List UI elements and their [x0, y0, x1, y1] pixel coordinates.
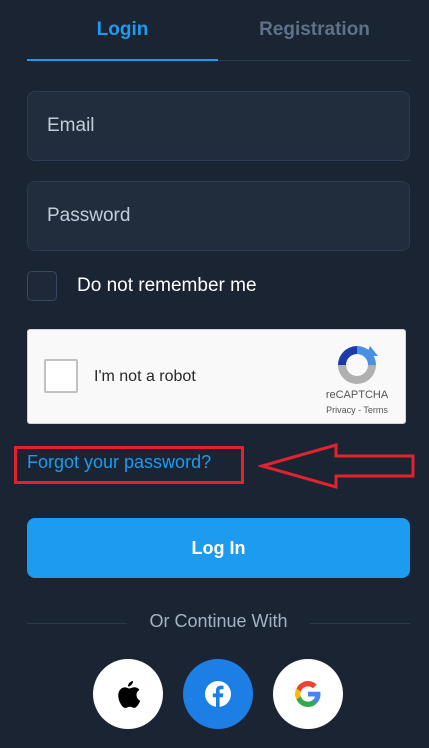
tab-registration[interactable]: Registration — [219, 0, 410, 60]
remember-label: Do not remember me — [77, 275, 257, 296]
email-input[interactable] — [28, 92, 409, 160]
login-page: Login Registration Do not remember me I'… — [0, 0, 429, 748]
apple-icon — [118, 681, 141, 708]
apple-login-button[interactable] — [93, 659, 163, 729]
facebook-login-button[interactable] — [183, 659, 253, 729]
remember-row: Do not remember me — [27, 271, 257, 301]
email-field-container — [27, 91, 410, 161]
remember-checkbox[interactable] — [27, 271, 57, 301]
recaptcha-logo-icon — [338, 346, 378, 384]
google-icon — [295, 681, 321, 707]
forgot-password-link[interactable]: Forgot your password? — [27, 452, 211, 473]
arrow-left-icon — [258, 443, 415, 489]
recaptcha-links[interactable]: Privacy - Terms — [315, 405, 399, 415]
password-field-container — [27, 181, 410, 251]
active-tab-indicator — [27, 59, 218, 61]
divider-line-right — [310, 623, 410, 624]
or-continue-divider: Or Continue With — [27, 610, 410, 636]
google-login-button[interactable] — [273, 659, 343, 729]
auth-tabs: Login Registration — [27, 0, 410, 61]
facebook-icon — [205, 681, 231, 707]
recaptcha-label: I'm not a robot — [94, 368, 196, 385]
recaptcha-checkbox[interactable] — [44, 359, 78, 393]
divider-text: Or Continue With — [149, 611, 288, 631]
tab-login[interactable]: Login — [27, 0, 218, 60]
password-input[interactable] — [28, 182, 409, 250]
recaptcha-widget: I'm not a robot reCAPTCHA Privacy - Term… — [27, 329, 406, 424]
recaptcha-brand: reCAPTCHA — [325, 389, 389, 401]
login-button[interactable]: Log In — [27, 518, 410, 578]
